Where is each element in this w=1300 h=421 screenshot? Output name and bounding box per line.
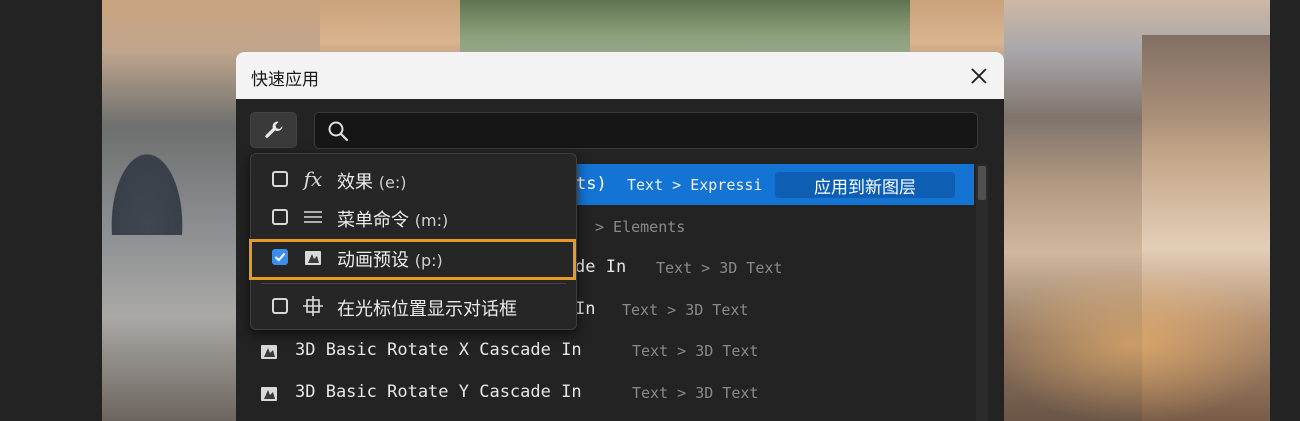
filter-option-effects[interactable]: fx 效果 (e:) bbox=[251, 160, 576, 198]
result-path: > Elements bbox=[595, 218, 686, 236]
wrench-icon bbox=[264, 121, 283, 138]
result-name: 3D Basic Rotate Y Cascade In bbox=[295, 382, 582, 402]
preset-icon bbox=[261, 345, 277, 359]
cursor-position-icon bbox=[301, 295, 325, 317]
option-shortcut: (m:) bbox=[414, 211, 449, 230]
result-name: ts) bbox=[576, 174, 607, 194]
menu-lines-icon bbox=[301, 206, 325, 228]
option-label: 在光标位置显示对话框 bbox=[337, 299, 517, 320]
photo-dome bbox=[102, 135, 192, 235]
show-at-cursor-checkbox[interactable] bbox=[272, 298, 288, 314]
scrollbar-thumb[interactable] bbox=[978, 166, 986, 200]
filter-option-menu-commands[interactable]: 菜单命令 (m:) bbox=[251, 198, 576, 236]
photo-panel-center bbox=[460, 0, 910, 60]
preset-icon bbox=[261, 387, 277, 401]
dialog-title: 快速应用 bbox=[251, 70, 319, 90]
result-name: de In bbox=[575, 257, 627, 277]
option-shortcut: (e:) bbox=[378, 173, 407, 192]
filter-option-show-at-cursor[interactable]: 在光标位置显示对话框 bbox=[251, 287, 576, 325]
result-row[interactable]: 3D Basic Rotate Y Cascade In Text > 3D T… bbox=[250, 372, 974, 412]
highlight-outline bbox=[249, 239, 576, 280]
result-path: Text > 3D Text bbox=[632, 342, 759, 360]
results-scrollbar[interactable] bbox=[976, 164, 988, 421]
close-icon bbox=[971, 67, 987, 84]
option-label: 效果 bbox=[337, 172, 373, 193]
photo-city-lights bbox=[962, 250, 1270, 421]
menu-commands-checkbox[interactable] bbox=[272, 209, 288, 225]
result-name: In bbox=[575, 299, 596, 319]
option-label: 菜单命令 bbox=[337, 210, 409, 231]
result-path: Text > 3D Text bbox=[622, 301, 749, 319]
dropdown-divider bbox=[261, 283, 566, 284]
result-path: Text > 3D Text bbox=[632, 384, 759, 402]
search-input[interactable] bbox=[314, 112, 978, 149]
result-row[interactable]: 3D Basic Rotate X Cascade In Text > 3D T… bbox=[250, 330, 974, 370]
fx-icon: fx bbox=[303, 167, 323, 191]
close-button[interactable] bbox=[954, 52, 1004, 99]
apply-to-new-layer-button[interactable]: 应用到新图层 bbox=[775, 172, 955, 198]
result-path: Text > Expressi bbox=[627, 176, 763, 194]
effects-checkbox[interactable] bbox=[272, 171, 288, 187]
search-icon bbox=[328, 121, 349, 142]
result-path: Text > 3D Text bbox=[656, 259, 783, 277]
result-name: 3D Basic Rotate X Cascade In bbox=[295, 340, 582, 360]
filter-settings-button[interactable] bbox=[250, 112, 297, 148]
dialog-titlebar: 快速应用 bbox=[236, 52, 1004, 99]
